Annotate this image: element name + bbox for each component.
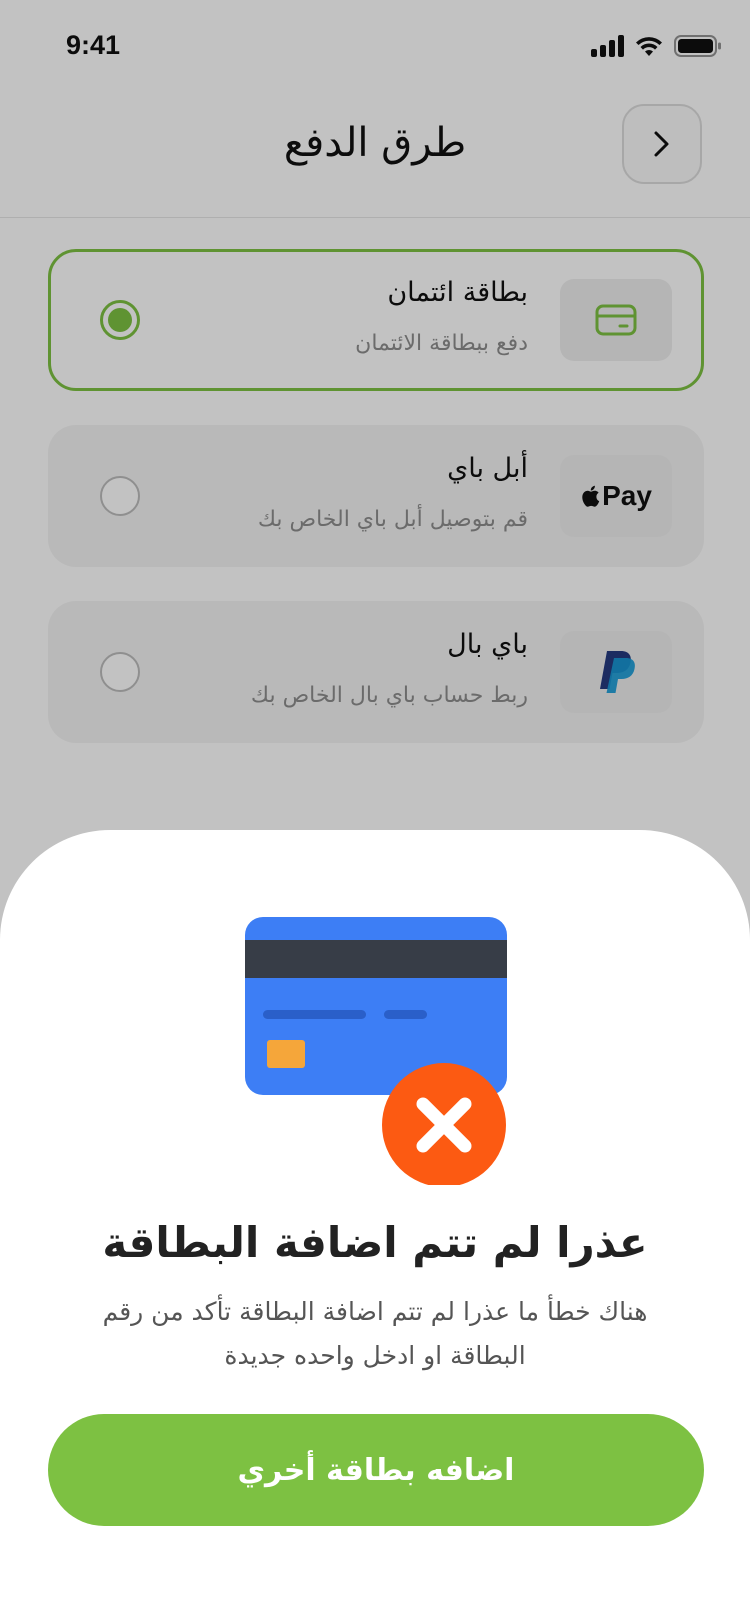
add-another-card-button[interactable]: اضافه بطاقة أخري: [48, 1414, 704, 1526]
error-bottom-sheet: عذرا لم تتم اضافة البطاقة هناك خطأ ما عذ…: [0, 830, 750, 1624]
error-title: عذرا لم تتم اضافة البطاقة: [102, 1218, 648, 1267]
payment-methods-screen: 9:41 طرق الدفع بطاقة ائتمان دفع ببطاقة ا…: [0, 0, 750, 1624]
card-error-illustration: [245, 917, 507, 1185]
error-message: هناك خطأ ما عذرا لم تتم اضافة البطاقة تأ…: [102, 1297, 648, 1370]
